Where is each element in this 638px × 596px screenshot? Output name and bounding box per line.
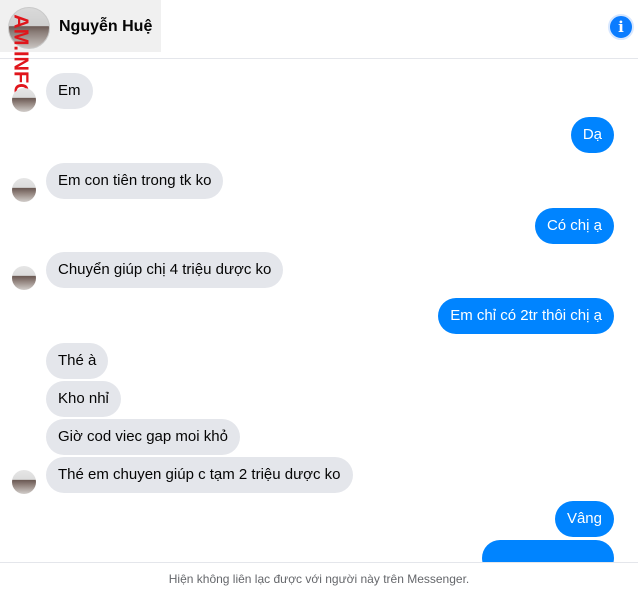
messenger-notice: Hiện không liên lạc được với người này t… [0,562,638,596]
sender-avatar[interactable] [12,88,36,112]
sender-avatar[interactable] [12,178,36,202]
info-icon[interactable]: i [608,14,634,40]
message-out: Vâng [554,501,614,537]
message-in: Chuyển giúp chị 4 triệu dược ko [46,252,284,288]
message-out-partial [482,540,614,562]
message-thread: Em Dạ Em con tiên trong tk ko Có chị ạ C… [0,58,638,562]
chat-header: Nguyễn Huệ i [0,0,638,59]
message-in: Kho nhỉ [46,381,121,417]
message-in: Thé em chuyen giúp c tạm 2 triệu dược ko [46,457,353,493]
message-out: Dạ [570,117,614,153]
message-in: Giờ cod viec gap moi khỏ [46,419,240,455]
contact-name[interactable]: Nguyễn Huệ [59,18,152,36]
message-in: Em con tiên trong tk ko [46,163,224,199]
message-in: Thé à [46,343,109,379]
sender-avatar[interactable] [12,266,36,290]
message-out: Em chỉ có 2tr thôi chị ạ [438,298,614,334]
message-out: Có chị ạ [534,208,614,244]
message-in: Em [46,73,93,109]
sender-avatar[interactable] [12,470,36,494]
scrollbar[interactable] [626,60,638,560]
